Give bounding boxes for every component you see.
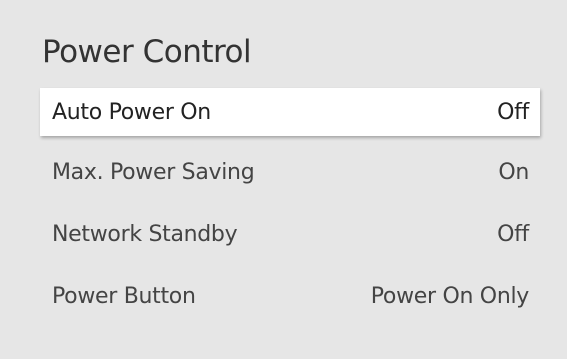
menu-item-label: Max. Power Saving: [52, 159, 255, 185]
menu-item-label: Power Button: [52, 283, 196, 309]
menu-item-label: Network Standby: [52, 221, 238, 247]
menu-title: Power Control: [42, 34, 252, 70]
menu-item-label: Auto Power On: [52, 99, 211, 125]
menu-item-power-button[interactable]: Power Button Power On Only: [40, 272, 540, 320]
menu-item-value: Power On Only: [370, 283, 530, 309]
menu-item-value: On: [498, 159, 529, 185]
menu-item-value: Off: [497, 221, 529, 247]
power-control-menu: Power Control Auto Power On Off Max. Pow…: [0, 0, 567, 359]
menu-item-max-power-saving[interactable]: Max. Power Saving On: [40, 148, 540, 196]
menu-item-value: Off: [497, 99, 529, 125]
menu-item-auto-power-on[interactable]: Auto Power On Off: [40, 88, 540, 136]
menu-item-network-standby[interactable]: Network Standby Off: [40, 210, 540, 258]
